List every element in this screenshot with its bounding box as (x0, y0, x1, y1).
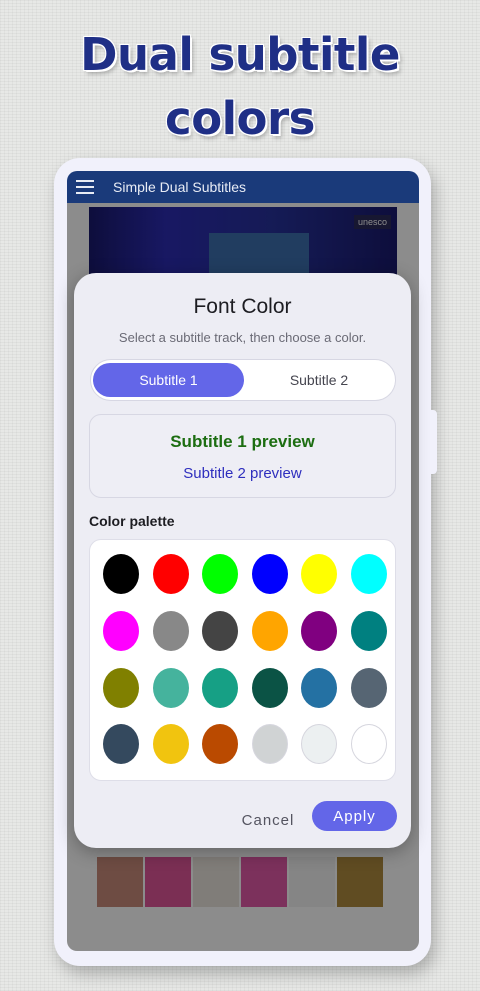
subtitle-1-preview: Subtitle 1 preview (170, 432, 315, 451)
promo-title-line-2: colors (165, 92, 315, 145)
cancel-button[interactable]: Cancel (232, 805, 304, 835)
color-swatch[interactable] (202, 554, 239, 594)
color-swatch[interactable] (351, 724, 387, 765)
color-swatch[interactable] (103, 667, 139, 708)
font-color-dialog: Font Color Select a subtitle track, then… (74, 273, 411, 848)
color-swatch[interactable] (103, 554, 139, 594)
color-swatch[interactable] (103, 610, 139, 651)
menu-icon[interactable] (76, 180, 94, 194)
color-palette (89, 539, 396, 781)
color-swatch[interactable] (351, 554, 387, 594)
tab-subtitle-1[interactable]: Subtitle 1 (93, 363, 244, 397)
color-swatch[interactable] (251, 724, 288, 765)
color-swatch[interactable] (202, 667, 239, 708)
phone-side-button (431, 410, 437, 474)
color-swatch[interactable] (301, 724, 338, 765)
color-swatch[interactable] (251, 554, 288, 594)
app-title: Simple Dual Subtitles (113, 179, 247, 195)
color-swatch[interactable] (152, 724, 189, 765)
color-swatch[interactable] (103, 724, 139, 765)
color-swatch[interactable] (251, 667, 288, 708)
promo-title-line-1: Dual subtitle (80, 28, 400, 81)
subtitle-2-preview: Subtitle 2 preview (183, 465, 302, 482)
track-selector: Subtitle 1 Subtitle 2 (90, 359, 396, 401)
color-swatch[interactable] (301, 610, 338, 651)
dialog-title: Font Color (193, 295, 292, 318)
color-swatch[interactable] (301, 667, 338, 708)
color-swatch[interactable] (152, 610, 189, 651)
color-swatch[interactable] (351, 610, 387, 651)
subtitle-preview: Subtitle 1 preview Subtitle 2 preview (89, 414, 396, 498)
app-bar: Simple Dual Subtitles (67, 171, 419, 203)
color-swatch[interactable] (251, 610, 288, 651)
apply-button[interactable]: Apply (312, 801, 397, 831)
tab-subtitle-2[interactable]: Subtitle 2 (244, 363, 394, 397)
color-swatch[interactable] (202, 724, 239, 765)
color-swatch[interactable] (351, 667, 387, 708)
color-swatch[interactable] (301, 554, 338, 594)
dialog-subtitle: Select a subtitle track, then choose a c… (118, 330, 367, 345)
color-swatch[interactable] (152, 554, 189, 594)
color-swatch[interactable] (152, 667, 189, 708)
color-swatch[interactable] (202, 610, 239, 651)
palette-label: Color palette (89, 513, 175, 529)
